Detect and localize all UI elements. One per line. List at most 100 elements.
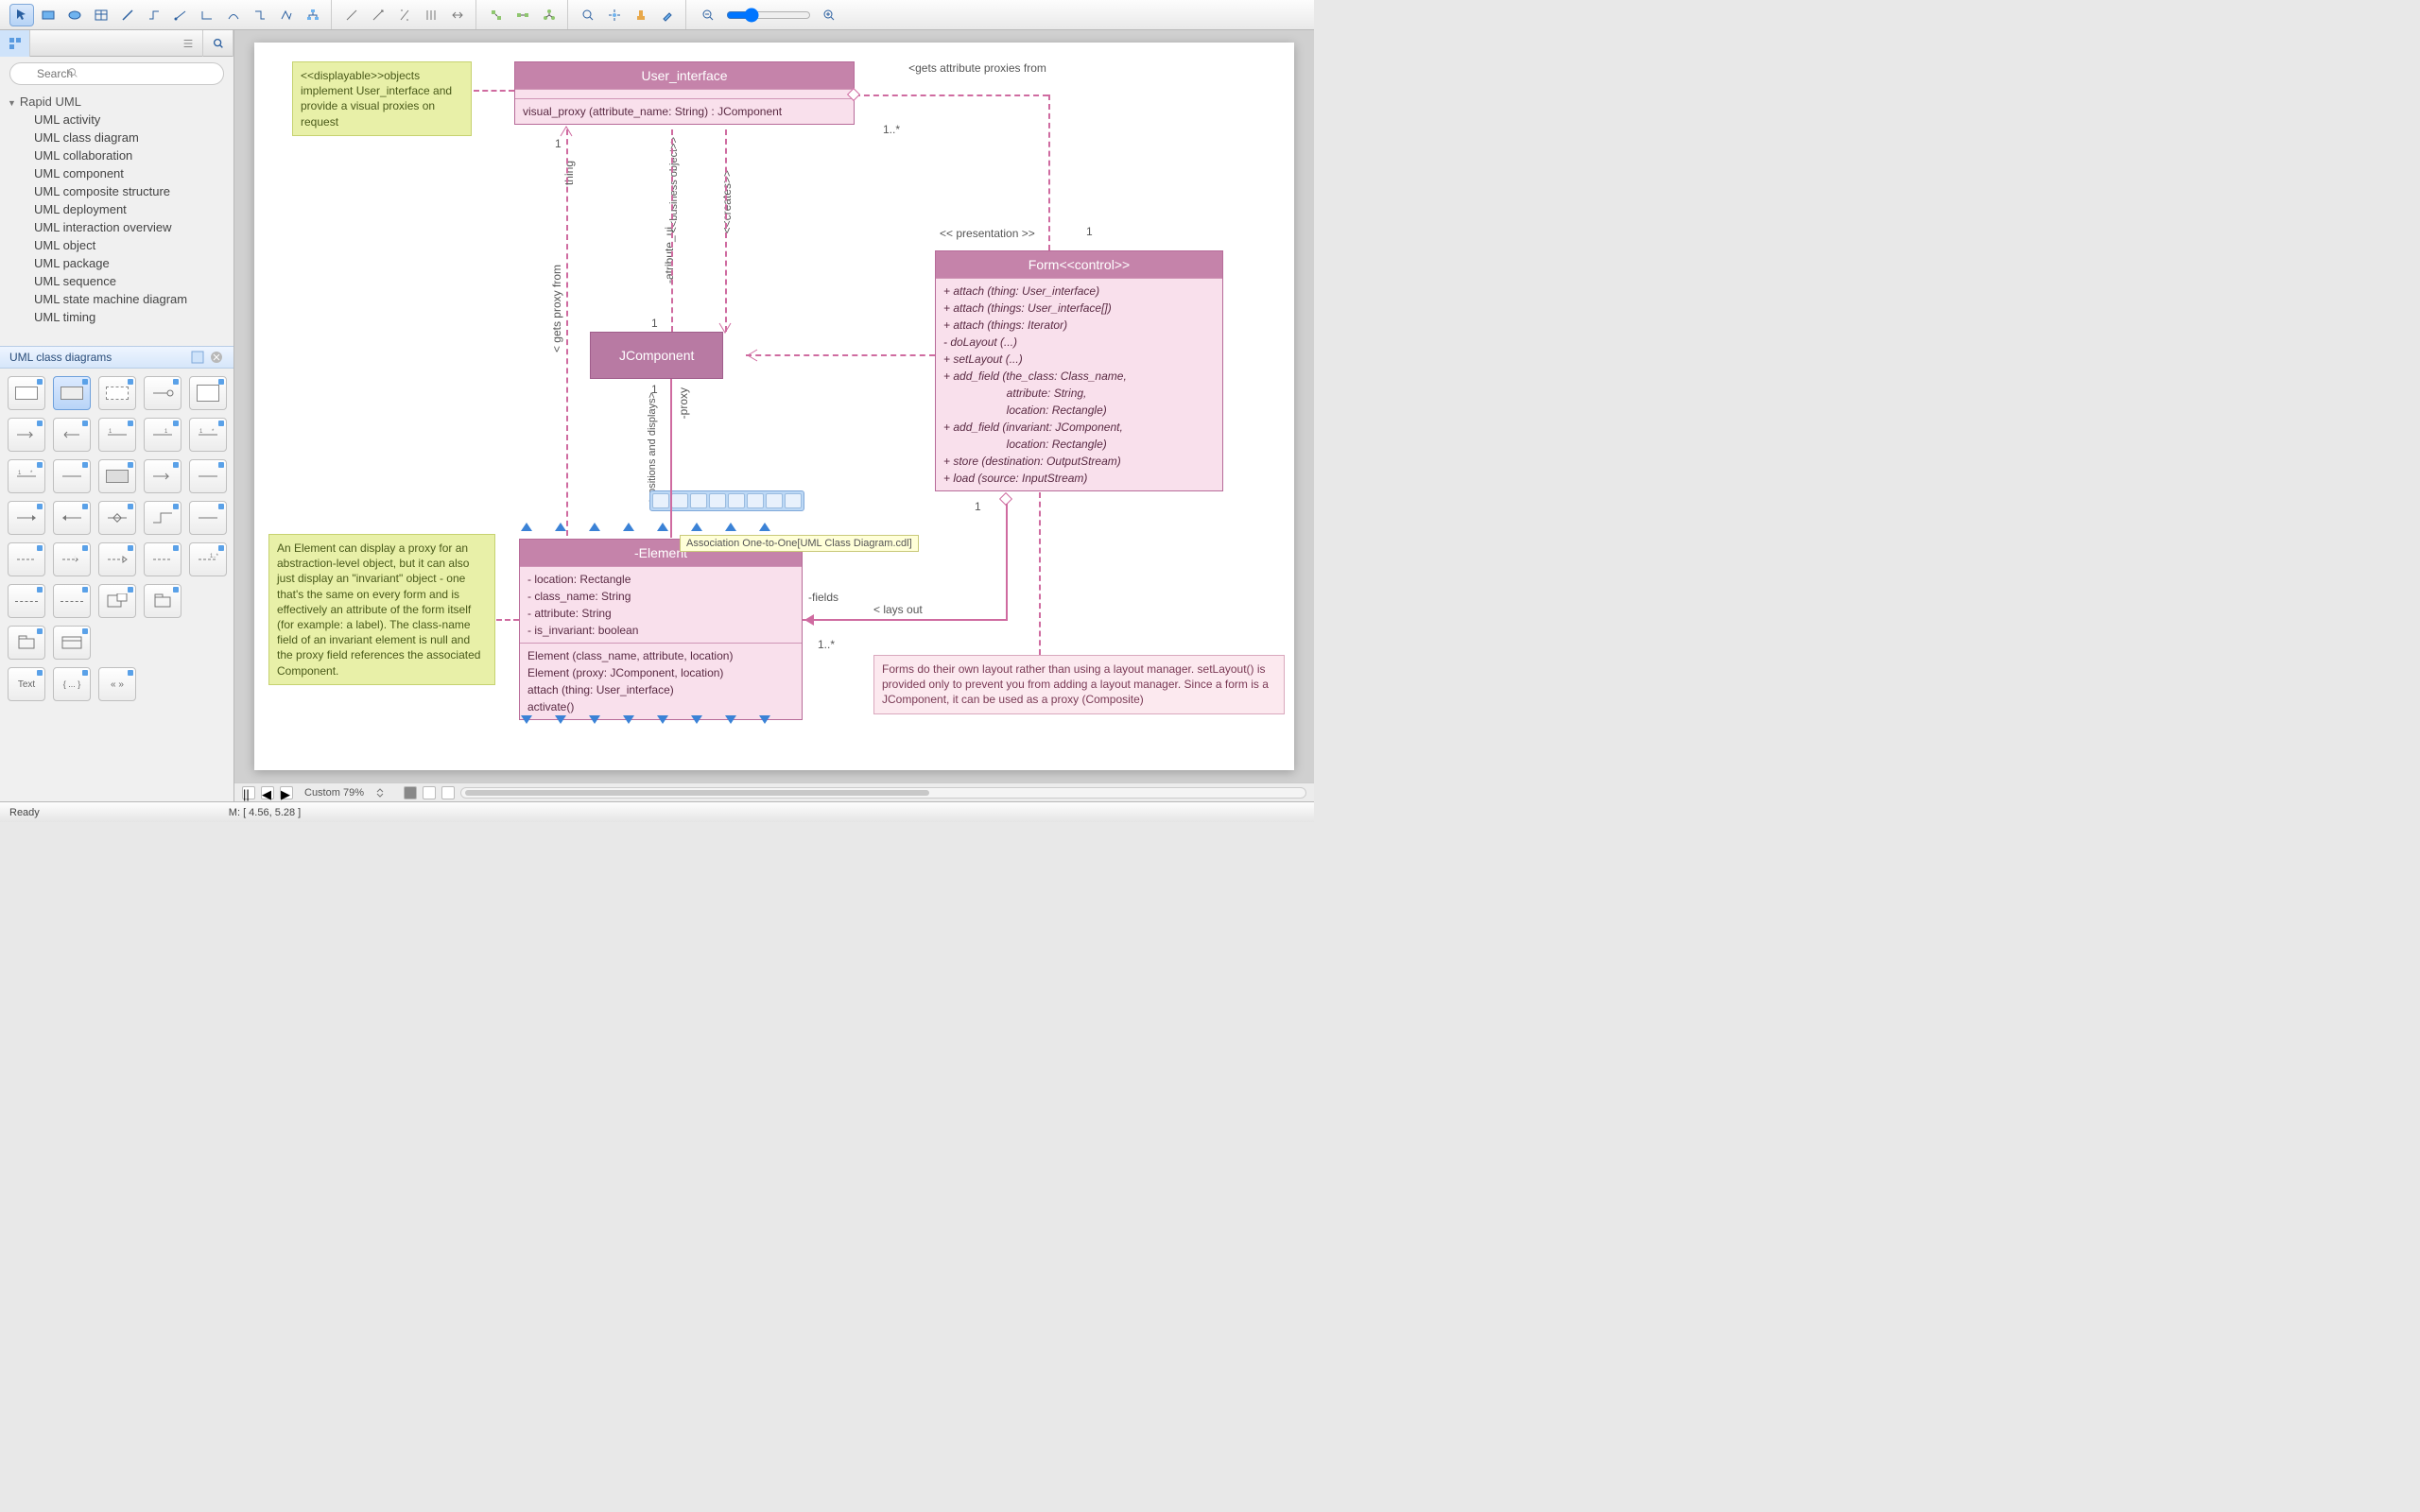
tree-item[interactable]: UML class diagram <box>0 129 233 146</box>
layout-tool-1[interactable] <box>484 4 509 26</box>
palette-item[interactable] <box>8 418 45 452</box>
mini-tool[interactable] <box>747 493 764 508</box>
tree-category[interactable]: Rapid UML <box>0 93 233 111</box>
palette-item[interactable] <box>53 418 91 452</box>
zoom-in-button[interactable] <box>817 4 841 26</box>
pan-tool[interactable] <box>602 4 627 26</box>
palette-item[interactable] <box>144 542 182 576</box>
dependency-connector[interactable] <box>855 94 1048 96</box>
connector-tool-2[interactable] <box>168 4 193 26</box>
class-form[interactable]: Form<<control>> + attach (thing: User_in… <box>935 250 1223 491</box>
horizontal-scrollbar[interactable] <box>460 787 1306 799</box>
uml-note[interactable]: An Element can display a proxy for an ab… <box>268 534 495 685</box>
view-mode-1[interactable] <box>404 786 417 799</box>
connector-tool-4[interactable] <box>221 4 246 26</box>
dependency-connector[interactable] <box>1048 94 1050 250</box>
stepper-icon[interactable] <box>375 788 385 798</box>
mini-tool[interactable] <box>652 493 669 508</box>
association-connector[interactable] <box>1006 504 1008 621</box>
tree-item[interactable]: UML collaboration <box>0 146 233 164</box>
page-next[interactable]: ▶ <box>280 786 293 799</box>
table-tool[interactable] <box>89 4 113 26</box>
eyedrop-tool[interactable] <box>655 4 680 26</box>
zoom-in-icon[interactable] <box>576 4 600 26</box>
selection-handles[interactable] <box>521 715 770 724</box>
mini-tool[interactable] <box>785 493 802 508</box>
tree-item[interactable]: UML state machine diagram <box>0 290 233 308</box>
layout-tool-3[interactable] <box>537 4 562 26</box>
palette-item[interactable] <box>189 376 227 410</box>
palette-item[interactable] <box>8 376 45 410</box>
tree-tool[interactable] <box>301 4 325 26</box>
uml-note[interactable]: <<displayable>>objects implement User_in… <box>292 61 472 136</box>
align-tool-2[interactable] <box>366 4 390 26</box>
close-lib-icon[interactable] <box>209 350 224 365</box>
realization-connector[interactable] <box>746 354 935 356</box>
mini-tool[interactable] <box>671 493 688 508</box>
page-pause[interactable]: || <box>242 786 255 799</box>
rect-tool[interactable] <box>36 4 60 26</box>
palette-item[interactable] <box>189 501 227 535</box>
palette-item[interactable]: 1* <box>189 418 227 452</box>
palette-item[interactable] <box>53 626 91 660</box>
palette-item[interactable] <box>8 584 45 618</box>
palette-item[interactable] <box>189 459 227 493</box>
layout-tool-2[interactable] <box>510 4 535 26</box>
palette-item[interactable]: 1* <box>8 459 45 493</box>
connector-tool-5[interactable] <box>248 4 272 26</box>
view-mode-2[interactable] <box>423 786 436 799</box>
align-tool-5[interactable] <box>445 4 470 26</box>
palette-item[interactable] <box>53 459 91 493</box>
palette-item[interactable]: 1 <box>144 418 182 452</box>
selection-handles[interactable] <box>521 523 770 531</box>
palette-item[interactable] <box>8 501 45 535</box>
align-tool-4[interactable] <box>419 4 443 26</box>
palette-item[interactable]: 1..* <box>189 542 227 576</box>
dependency-connector[interactable] <box>474 90 514 92</box>
palette-item[interactable] <box>53 501 91 535</box>
tree-item[interactable]: UML sequence <box>0 272 233 290</box>
diagram-canvas[interactable]: <<displayable>>objects implement User_in… <box>254 43 1294 770</box>
palette-item[interactable] <box>8 542 45 576</box>
connector-tool-6[interactable] <box>274 4 299 26</box>
ellipse-tool[interactable] <box>62 4 87 26</box>
mini-tool[interactable] <box>766 493 783 508</box>
stamp-tool[interactable] <box>629 4 653 26</box>
palette-stereotype-item[interactable]: « » <box>98 667 136 701</box>
palette-constraint-item[interactable]: { ... } <box>53 667 91 701</box>
association-connector[interactable] <box>566 129 568 536</box>
connector-tool-3[interactable] <box>195 4 219 26</box>
search-input[interactable] <box>9 62 224 85</box>
zoom-out-button[interactable] <box>696 4 720 26</box>
palette-item[interactable] <box>98 584 136 618</box>
palette-item[interactable] <box>144 501 182 535</box>
align-tool-1[interactable] <box>339 4 364 26</box>
shape-mini-toolbar[interactable] <box>649 490 804 511</box>
tree-item[interactable]: UML component <box>0 164 233 182</box>
view-mode-3[interactable] <box>441 786 455 799</box>
line-tool[interactable] <box>115 4 140 26</box>
palette-item[interactable] <box>53 542 91 576</box>
tree-item[interactable]: UML deployment <box>0 200 233 218</box>
palette-item[interactable]: 1 <box>98 418 136 452</box>
tree-item[interactable]: UML object <box>0 236 233 254</box>
library-tab[interactable] <box>0 30 30 57</box>
palette-item[interactable] <box>98 459 136 493</box>
library-header[interactable]: UML class diagrams <box>0 346 233 369</box>
pointer-tool[interactable] <box>9 4 34 26</box>
dependency-connector[interactable] <box>1039 492 1041 655</box>
association-connector[interactable] <box>670 379 672 538</box>
association-connector[interactable] <box>671 129 673 332</box>
palette-item[interactable] <box>53 376 91 410</box>
save-lib-icon[interactable] <box>190 350 205 365</box>
palette-text-item[interactable]: Text <box>8 667 45 701</box>
palette-item[interactable] <box>98 501 136 535</box>
connector-tool-1[interactable] <box>142 4 166 26</box>
class-jcomponent[interactable]: JComponent <box>590 332 723 379</box>
list-tab[interactable] <box>173 30 203 57</box>
palette-item[interactable] <box>98 376 136 410</box>
association-connector[interactable] <box>725 129 727 332</box>
page-prev[interactable]: ◀ <box>261 786 274 799</box>
palette-item[interactable] <box>144 459 182 493</box>
align-tool-3[interactable] <box>392 4 417 26</box>
